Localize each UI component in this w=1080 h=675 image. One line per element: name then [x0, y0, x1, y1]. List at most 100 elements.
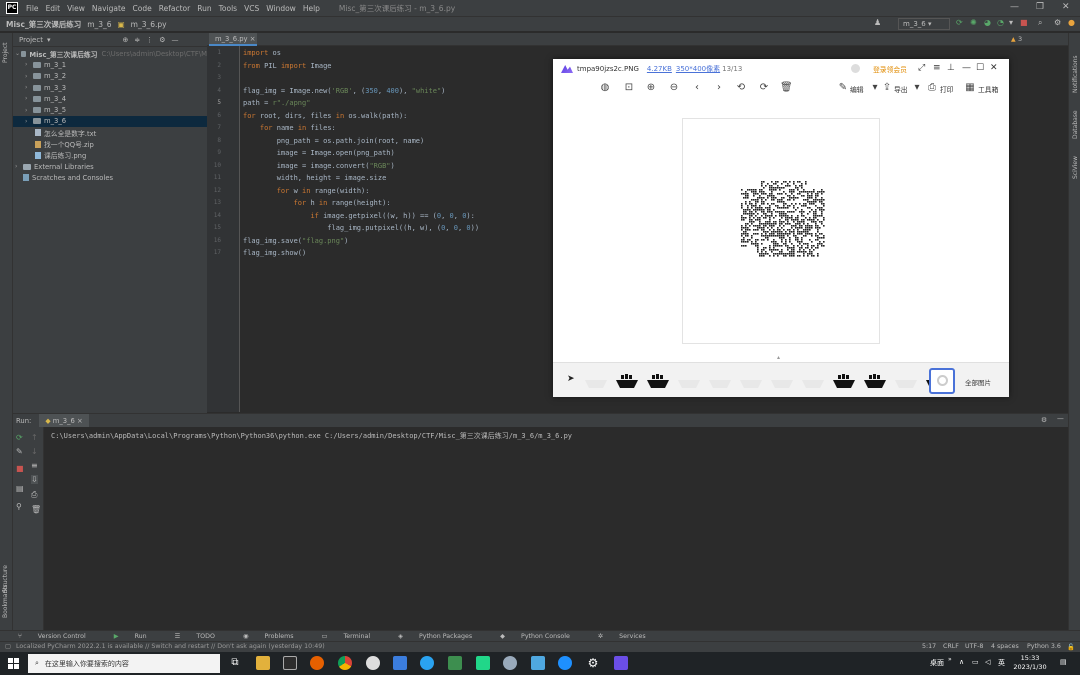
profile-icon[interactable]: ◔: [997, 19, 1005, 27]
expand-arrow-icon[interactable]: ›: [25, 61, 33, 68]
tree-file-png[interactable]: 课后练习.png: [13, 150, 207, 161]
tree-file-txt[interactable]: 怎么全是数字.txt: [13, 127, 207, 138]
breadcrumb-file[interactable]: m_3_6.py: [131, 20, 167, 29]
pin-icon[interactable]: ⚲: [16, 502, 22, 511]
menu-window[interactable]: Window: [266, 4, 296, 13]
notification-center-icon[interactable]: ▤: [1060, 658, 1067, 666]
debug-icon[interactable]: ✺: [970, 19, 978, 27]
all-images-button[interactable]: 全部图片: [965, 377, 991, 387]
taskbar-search-box[interactable]: ⌕ 在这里输入你要搜索的内容: [28, 654, 220, 673]
network-icon[interactable]: ▭: [972, 658, 979, 666]
project-tool-tab[interactable]: Project: [2, 42, 9, 63]
zoom-in-icon[interactable]: ⊕: [645, 82, 657, 93]
tab-terminal[interactable]: ▭ Terminal: [321, 633, 384, 640]
tree-scratches[interactable]: Scratches and Consoles: [13, 172, 207, 183]
menu-tools[interactable]: Tools: [219, 4, 237, 13]
zoom-out-icon[interactable]: ⊖: [668, 82, 680, 93]
app-icon[interactable]: [366, 656, 380, 670]
mouse-mode-icon[interactable]: ◍: [599, 82, 611, 93]
lock-icon[interactable]: 🔓: [1067, 643, 1075, 651]
close-tab-icon[interactable]: ×: [250, 35, 256, 43]
export-icon[interactable]: ⇪: [881, 82, 893, 93]
fullscreen-icon[interactable]: ⤢: [918, 63, 925, 73]
avatar-icon[interactable]: [851, 64, 860, 73]
soft-wrap-icon[interactable]: ≡: [31, 461, 38, 470]
stop-icon[interactable]: ■: [16, 464, 24, 473]
thumbnail[interactable]: [645, 368, 671, 394]
thumb-current[interactable]: [929, 368, 955, 394]
viewer-file-size[interactable]: 4.27KB: [647, 65, 672, 73]
app-icon[interactable]: [420, 656, 434, 670]
user-icon[interactable]: ♟: [874, 19, 882, 27]
indent-setting[interactable]: 4 spaces: [991, 643, 1019, 650]
pycharm-taskbar-icon[interactable]: [476, 656, 490, 670]
minimize-icon[interactable]: —: [962, 63, 971, 73]
expand-arrow-icon[interactable]: ⌄: [15, 50, 21, 57]
menu-view[interactable]: View: [67, 4, 85, 13]
image-viewer-taskbar-icon[interactable]: [614, 656, 628, 670]
expand-arrow-icon[interactable]: ›: [25, 73, 33, 80]
down-arrow-icon[interactable]: ↓: [31, 447, 38, 456]
gear-icon[interactable]: ⚙: [159, 36, 165, 44]
file-explorer-icon[interactable]: [256, 656, 270, 670]
app-icon[interactable]: [503, 656, 517, 670]
expand-arrow-icon[interactable]: ›: [25, 118, 33, 125]
breadcrumb-project[interactable]: Misc_第三次课后练习: [6, 19, 81, 30]
tree-root[interactable]: ⌄ Misc_第三次课后练习 C:\Users\admin\Desktop\CT…: [13, 48, 207, 59]
more-run-icon[interactable]: ▾: [1009, 19, 1017, 27]
file-encoding[interactable]: UTF-8: [965, 643, 983, 650]
tree-folder-m35[interactable]: › m_3_5: [13, 104, 207, 115]
taskbar-clock[interactable]: 15:33 2023/1/30: [1012, 654, 1048, 672]
menu-icon[interactable]: ≡: [933, 63, 941, 73]
notifications-tool-tab[interactable]: Notifications: [1072, 55, 1079, 93]
sciview-tool-tab[interactable]: SciView: [1072, 156, 1079, 179]
close-icon[interactable]: ✕: [1062, 2, 1070, 12]
rerun-icon[interactable]: ⟳: [16, 433, 23, 442]
chrome-icon[interactable]: [338, 656, 352, 670]
viewer-dimensions[interactable]: 350*400像素: [676, 64, 720, 74]
minimize-icon[interactable]: —: [1010, 2, 1019, 12]
login-vip-link[interactable]: 登录领会员: [873, 64, 907, 74]
status-message[interactable]: Localized PyCharm 2022.2.1 is available …: [16, 643, 325, 650]
print-button[interactable]: 打印: [940, 84, 954, 94]
search-everywhere-icon[interactable]: ⌕: [1038, 19, 1046, 27]
toolbox-button[interactable]: 工具箱: [978, 84, 998, 94]
expand-arrow-icon[interactable]: ›: [25, 107, 33, 114]
edit-button[interactable]: 编辑: [850, 84, 864, 94]
tree-folder-m33[interactable]: › m_3_3: [13, 82, 207, 93]
tab-version-control[interactable]: ⑂ Version Control: [18, 633, 100, 640]
thumbnail[interactable]: [893, 368, 919, 394]
thumbnail[interactable]: [831, 368, 857, 394]
chevron-down-icon[interactable]: ▾: [47, 36, 51, 44]
export-button[interactable]: 导出: [894, 84, 908, 94]
chevron-up-icon[interactable]: »: [948, 656, 952, 663]
volume-icon[interactable]: ◁: [985, 658, 990, 666]
tab-python-console[interactable]: ◆ Python Console: [500, 633, 584, 640]
menu-run[interactable]: Run: [197, 4, 211, 13]
app-icon[interactable]: [448, 656, 462, 670]
tree-folder-m34[interactable]: › m_3_4: [13, 93, 207, 104]
tab-run[interactable]: ▶ Run: [114, 633, 161, 640]
close-tab-icon[interactable]: ×: [77, 417, 83, 425]
rotate-right-icon[interactable]: ⟳: [758, 82, 770, 93]
tray-expand-icon[interactable]: ∧: [959, 658, 964, 666]
previous-icon[interactable]: ‹: [691, 82, 703, 93]
settings-app-icon[interactable]: ⚙: [586, 656, 600, 670]
tab-todo[interactable]: ☰ TODO: [175, 633, 229, 640]
pin-icon[interactable]: ⊥: [947, 63, 955, 73]
edit-icon[interactable]: ✎: [837, 82, 849, 93]
tree-external-libraries[interactable]: › External Libraries: [13, 161, 207, 172]
next-icon[interactable]: ›: [713, 82, 725, 93]
tab-python-packages[interactable]: ◈ Python Packages: [398, 633, 486, 640]
thumb-prev-icon[interactable]: ➤: [567, 374, 575, 384]
up-arrow-icon[interactable]: ↑: [31, 433, 38, 442]
tab-problems[interactable]: ◉ Problems: [243, 633, 308, 640]
notification-icon[interactable]: ▢: [5, 643, 11, 650]
update-icon[interactable]: ●: [1068, 19, 1076, 27]
locate-icon[interactable]: ⊕: [122, 36, 128, 44]
expand-arrow-icon[interactable]: ›: [25, 95, 33, 102]
collapse-thumbs-icon[interactable]: ▴: [777, 354, 780, 361]
thumbnail[interactable]: [800, 368, 826, 394]
options-icon[interactable]: ⋮: [146, 36, 153, 44]
thumbnail[interactable]: [862, 368, 888, 394]
